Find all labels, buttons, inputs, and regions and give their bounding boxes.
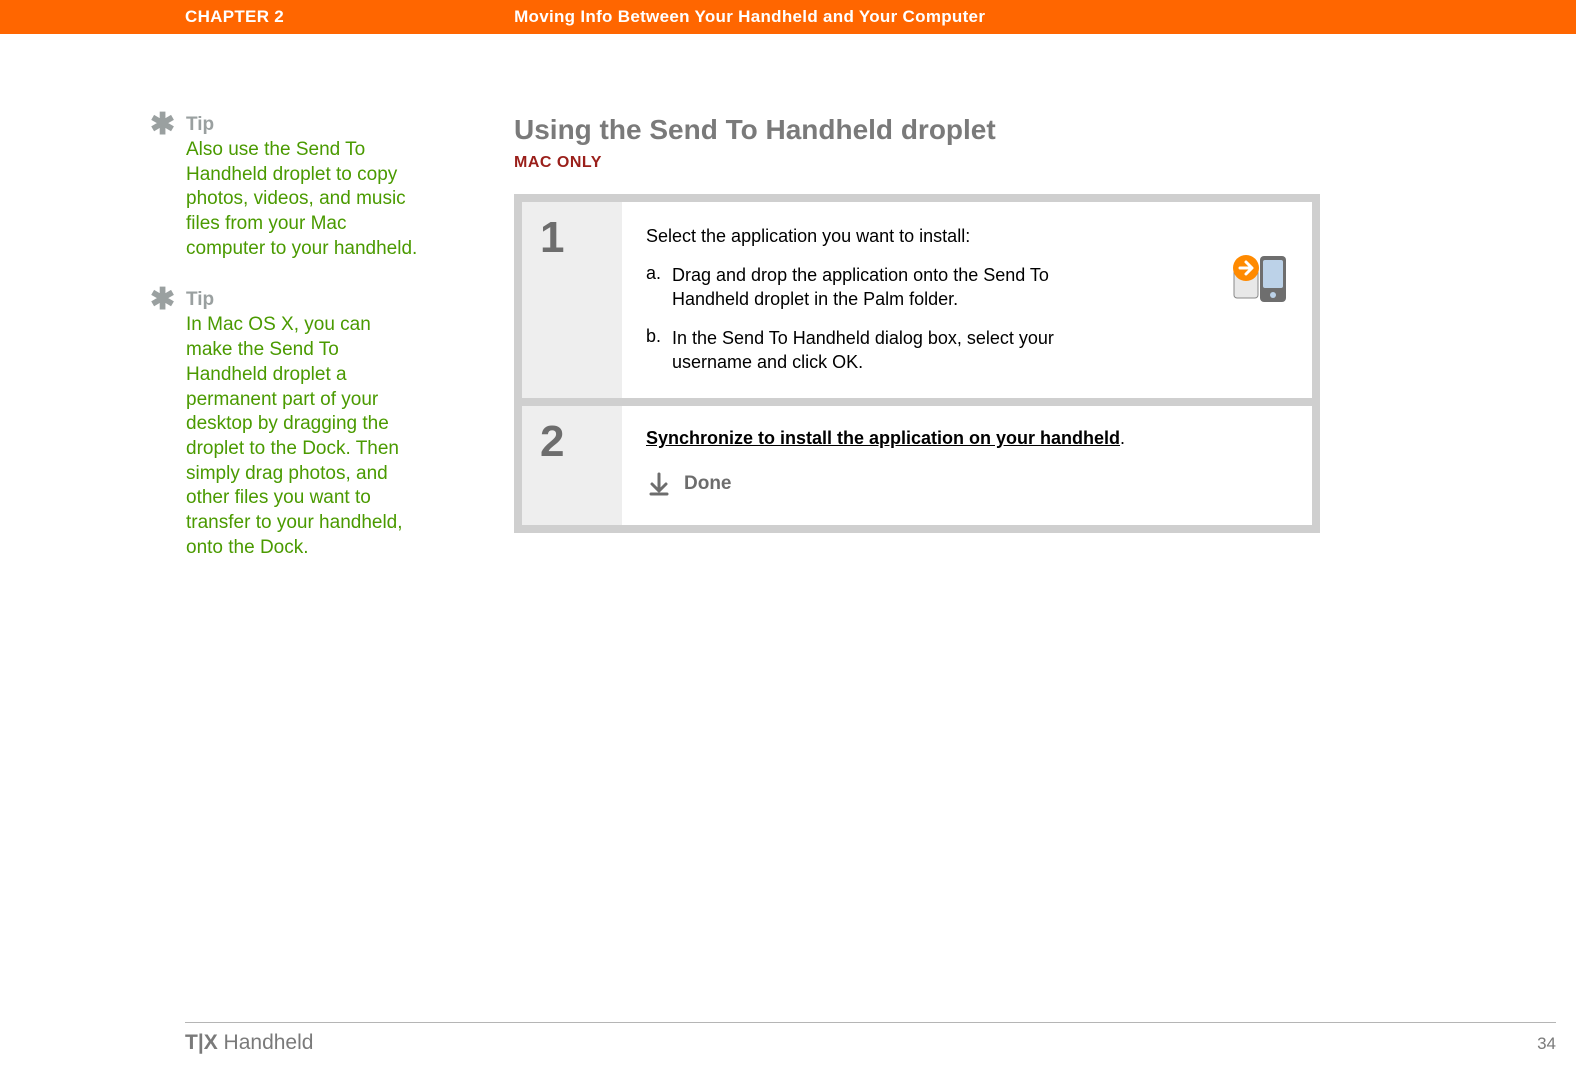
steps-container: 1 Select the application you want to ins… [514, 194, 1320, 533]
tip-label: Tip [186, 114, 422, 136]
period: . [1120, 428, 1125, 448]
send-to-handheld-icon [1230, 250, 1292, 306]
sub-letter: a. [646, 263, 672, 312]
done-row: Done [646, 471, 1288, 497]
step-row: 1 Select the application you want to ins… [522, 202, 1312, 398]
tip-label: Tip [186, 289, 422, 311]
step-sub-list: a. Drag and drop the application onto th… [646, 263, 1288, 374]
step-intro: Select the application you want to insta… [646, 226, 1288, 247]
chapter-title: Moving Info Between Your Handheld and Yo… [514, 7, 985, 27]
step-body: Select the application you want to insta… [622, 202, 1312, 398]
section-title: Using the Send To Handheld droplet [514, 114, 1320, 146]
sub-text: Drag and drop the application onto the S… [672, 263, 1126, 312]
chapter-header-bar: CHAPTER 2 Moving Info Between Your Handh… [0, 0, 1576, 34]
tip-block: ✱ Tip In Mac OS X, you can make the Send… [150, 289, 422, 560]
done-label: Done [684, 473, 732, 495]
synchronize-link[interactable]: Synchronize to install the application o… [646, 428, 1120, 448]
asterisk-icon: ✱ [150, 110, 175, 140]
page-content: ✱ Tip Also use the Send To Handheld drop… [0, 34, 1576, 588]
page-footer: T|X Handheld 34 [185, 1022, 1556, 1055]
tip-text: Also use the Send To Handheld droplet to… [186, 138, 422, 261]
step-number: 2 [540, 420, 604, 464]
sub-text: In the Send To Handheld dialog box, sele… [672, 326, 1126, 375]
footer-brand: T|X Handheld [185, 1031, 313, 1055]
list-item: b. In the Send To Handheld dialog box, s… [646, 326, 1126, 375]
sub-letter: b. [646, 326, 672, 375]
asterisk-icon: ✱ [150, 285, 175, 315]
step-body: Synchronize to install the application o… [622, 406, 1312, 525]
page-number: 34 [1537, 1034, 1556, 1054]
tip-block: ✱ Tip Also use the Send To Handheld drop… [150, 114, 422, 261]
step-number: 1 [540, 216, 604, 260]
list-item: a. Drag and drop the application onto th… [646, 263, 1126, 312]
sidebar-tips: ✱ Tip Also use the Send To Handheld drop… [150, 114, 442, 588]
sync-line: Synchronize to install the application o… [646, 428, 1288, 449]
footer-brand-strong: T|X [185, 1031, 218, 1054]
main-column: Using the Send To Handheld droplet MAC O… [514, 114, 1320, 588]
step-number-cell: 2 [522, 406, 622, 525]
down-arrow-icon [646, 471, 672, 497]
tip-text: In Mac OS X, you can make the Send To Ha… [186, 313, 422, 560]
step-row: 2 Synchronize to install the application… [522, 406, 1312, 525]
chapter-label: CHAPTER 2 [185, 7, 284, 27]
step-number-cell: 1 [522, 202, 622, 398]
footer-brand-rest: Handheld [218, 1031, 314, 1054]
platform-tag: MAC ONLY [514, 154, 1320, 172]
